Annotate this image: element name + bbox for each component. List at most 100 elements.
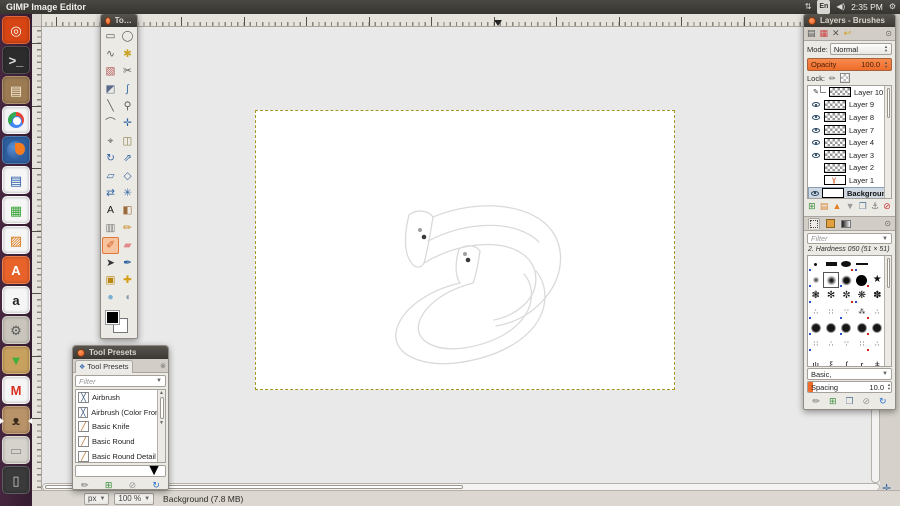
new-layer-group-button[interactable]: ▤ <box>820 202 829 211</box>
brush-swatch[interactable] <box>839 272 854 288</box>
brush-tag-combo[interactable]: Basic, ▼ <box>807 368 892 380</box>
color-swatches[interactable] <box>104 309 134 335</box>
edit-preset-button[interactable]: ✏ <box>81 481 89 490</box>
tool-blur-sharpen[interactable]: ● <box>102 289 119 306</box>
edit-brush-button[interactable]: ✏ <box>812 396 820 406</box>
brush-swatch[interactable] <box>854 256 869 272</box>
brush-swatch[interactable]: ∷ <box>854 336 869 352</box>
delete-preset-button[interactable]: ⊘ <box>129 481 137 490</box>
tool-scale[interactable]: ⇗ <box>119 150 136 167</box>
network-indicator-icon[interactable]: ⇅ <box>805 0 812 14</box>
preset-list-item[interactable]: ╳ Airbrush <box>76 390 165 405</box>
brush-swatch[interactable] <box>854 272 869 288</box>
delete-layer-button[interactable]: ⊘ <box>883 202 891 211</box>
lock-pixels-icon[interactable]: ✏ <box>829 74 836 83</box>
tool-perspective[interactable]: ◇ <box>119 167 136 184</box>
brush-swatch[interactable]: ∴ <box>870 304 885 320</box>
launcher-amazon[interactable]: a <box>2 286 30 314</box>
layer-row[interactable]: ✎ Layer 9 <box>808 99 891 112</box>
brush-swatch[interactable] <box>808 320 823 336</box>
launcher-chrome[interactable] <box>2 106 30 134</box>
tab-menu-icon[interactable]: ⊙ <box>885 29 892 38</box>
brush-swatch[interactable]: ❃ <box>808 288 823 304</box>
visibility-eye-icon[interactable] <box>812 114 820 120</box>
visibility-eye-icon[interactable] <box>812 102 820 108</box>
close-tab-icon[interactable]: ⊗ <box>160 362 166 370</box>
new-brush-button[interactable]: ⊞ <box>829 396 837 406</box>
tab-brushes[interactable] <box>808 218 820 229</box>
brush-swatch[interactable] <box>854 320 869 336</box>
close-icon[interactable] <box>77 348 85 357</box>
layer-row[interactable]: ✎ Layer 10 <box>808 86 891 99</box>
new-layer-button[interactable]: ⊞ <box>808 202 816 211</box>
toolbox-titlebar[interactable]: Toolbox <box>101 14 137 27</box>
tool-bucket-fill[interactable]: ◧ <box>119 202 136 219</box>
tab-menu-icon[interactable]: ⊙ <box>884 219 891 228</box>
visibility-eye-icon[interactable] <box>812 140 820 146</box>
volume-indicator-icon[interactable]: ◀) <box>836 0 845 14</box>
layers-dock-titlebar[interactable]: Layers - Brushes <box>804 14 895 27</box>
tool-ink[interactable]: ✒ <box>119 254 136 271</box>
tool-presets-titlebar[interactable]: Tool Presets <box>73 346 168 359</box>
tool-flip[interactable]: ⇄ <box>102 185 119 202</box>
duplicate-layer-button[interactable]: ❐ <box>859 202 867 211</box>
foreground-color-swatch[interactable] <box>105 310 120 326</box>
keyboard-indicator[interactable]: En <box>817 0 831 14</box>
lock-alpha-icon[interactable] <box>839 73 850 83</box>
brush-swatch[interactable]: ∴ <box>823 336 838 352</box>
launcher-system-settings[interactable]: ⚙ <box>2 316 30 344</box>
tool-rectangle-select[interactable]: ▭ <box>102 28 119 45</box>
brush-swatch[interactable]: ∴ <box>808 304 823 320</box>
layer-row[interactable]: ✎ Layer 3 <box>808 149 891 162</box>
brush-swatch[interactable]: ✼ <box>839 288 854 304</box>
image-canvas[interactable] <box>255 110 675 390</box>
brushes-scrollbar[interactable] <box>884 256 891 366</box>
brush-swatch[interactable] <box>870 256 885 272</box>
brush-swatch[interactable]: ❋ <box>854 288 869 304</box>
session-gear-icon[interactable]: ⚙ <box>889 0 896 14</box>
brush-swatch[interactable]: ǂ <box>870 352 885 366</box>
brush-swatch[interactable] <box>823 256 838 272</box>
launcher-firefox[interactable] <box>2 136 30 164</box>
preset-list-item[interactable]: ╱ Basic Round Detail <box>76 449 165 462</box>
visibility-eye-icon[interactable] <box>812 152 820 158</box>
launcher-file-manager[interactable]: ▤ <box>2 76 30 104</box>
brush-swatch[interactable] <box>823 272 839 288</box>
visibility-eye-icon[interactable] <box>811 190 819 196</box>
brush-swatch[interactable] <box>839 256 854 272</box>
layer-row[interactable]: ✎ Layer 8 <box>808 111 891 124</box>
tool-cage-transform[interactable]: ✳ <box>119 185 136 202</box>
launcher-gimp[interactable]: ᴥ <box>0 406 32 434</box>
tool-foreground-select[interactable]: ◩ <box>102 80 119 97</box>
anchor-layer-button[interactable]: ⚓ <box>871 202 879 211</box>
unit-combo[interactable]: px ▼ <box>84 492 110 505</box>
presets-scrollbar[interactable]: ▲ ▼ <box>157 390 165 462</box>
refresh-presets-button[interactable]: ↻ <box>152 481 160 490</box>
visibility-eye-icon[interactable] <box>812 127 820 133</box>
launcher-libreoffice-calc[interactable]: ▦ <box>2 196 30 224</box>
tool-airbrush[interactable]: ➤ <box>102 254 119 271</box>
brush-swatch[interactable]: ∷ <box>823 304 838 320</box>
tool-smudge[interactable]: ◖ <box>119 289 136 306</box>
brush-swatch[interactable]: ∵ <box>839 304 854 320</box>
brush-swatch[interactable]: ✻ <box>823 288 838 304</box>
launcher-trash[interactable]: ▯ <box>2 466 30 494</box>
tab-gradients[interactable] <box>840 218 852 229</box>
preset-list-item[interactable]: ╱ Basic Knife <box>76 420 165 435</box>
tool-scissors-select[interactable]: ✂ <box>119 63 136 80</box>
brush-swatch[interactable] <box>808 272 823 288</box>
raise-layer-button[interactable]: ▲ <box>833 202 842 211</box>
tool-ellipse-select[interactable]: ◯ <box>119 28 136 45</box>
duplicate-brush-button[interactable]: ❐ <box>845 396 853 406</box>
layer-row[interactable]: ✎ Layer 2 <box>808 162 891 175</box>
clock[interactable]: 2:35 PM <box>851 2 883 12</box>
lower-layer-button[interactable]: ▼ <box>846 202 855 211</box>
layer-row[interactable]: ✎ Layer 4 <box>808 136 891 149</box>
tool-paintbrush[interactable]: ✐ <box>102 236 119 255</box>
brush-swatch[interactable]: ✽ <box>870 288 885 304</box>
close-icon[interactable] <box>105 16 111 25</box>
opacity-slider[interactable]: Opacity 100.0 ▲ ▼ <box>807 58 892 71</box>
launcher-hard-drive[interactable]: ▭ <box>2 436 30 464</box>
brushes-filter-input[interactable]: Filter ▼ <box>807 233 892 244</box>
tab-undo-history[interactable]: ↩ <box>844 29 852 38</box>
